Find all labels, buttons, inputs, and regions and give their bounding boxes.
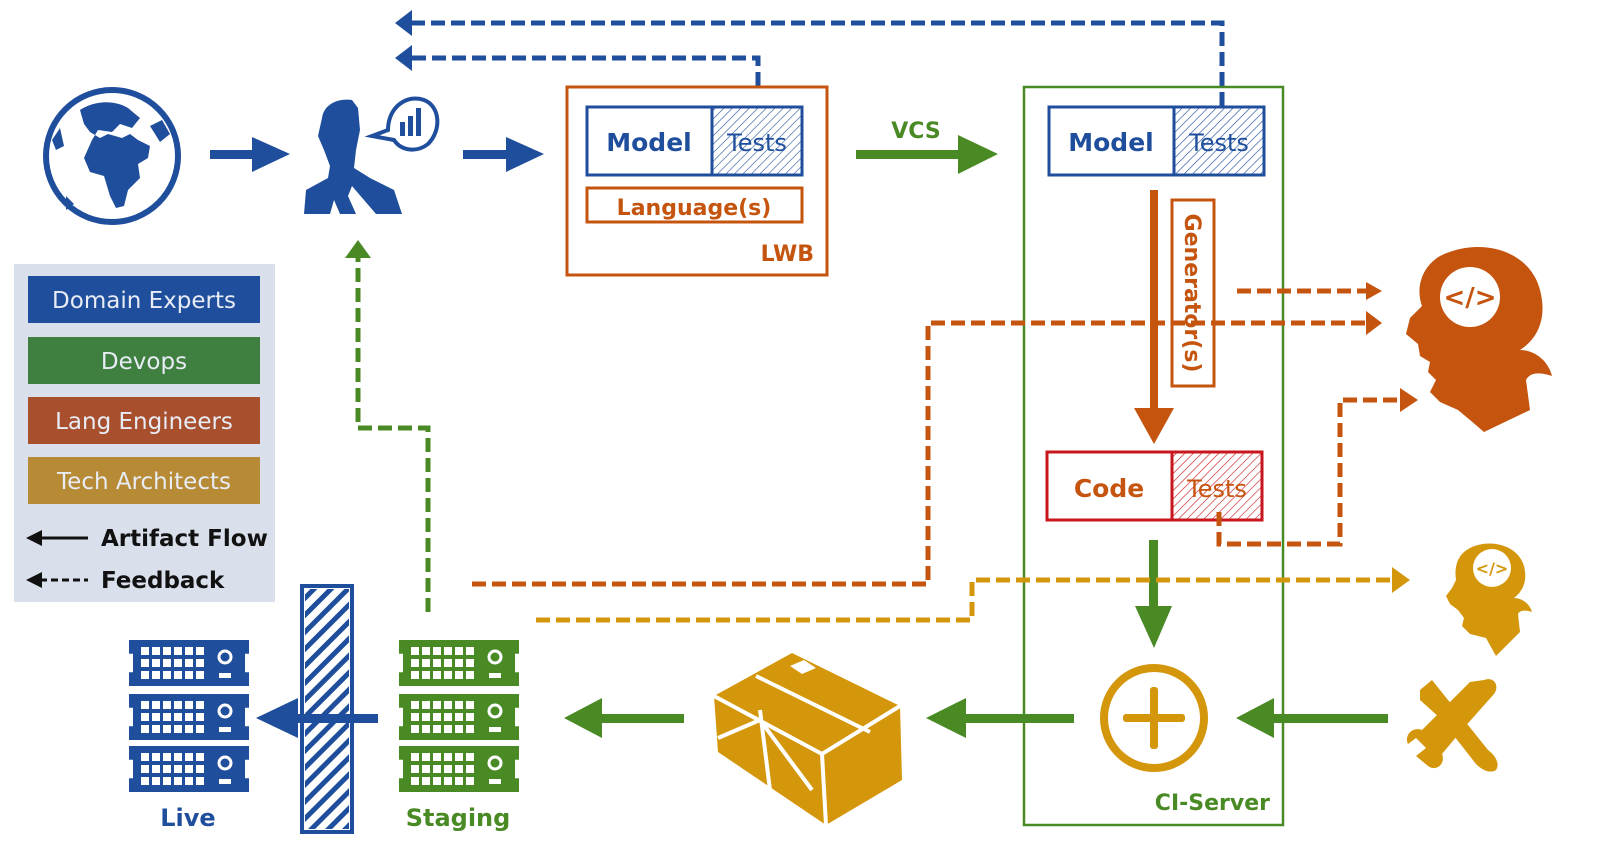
wrench-screwdriver-icon — [1406, 679, 1498, 772]
svg-text:</>: </> — [1443, 283, 1496, 313]
legend-artifact-flow-label: Artifact Flow — [101, 526, 268, 552]
artifact-flow-arrow — [1236, 698, 1388, 738]
server-unit — [399, 640, 519, 686]
code-label: Code — [1074, 474, 1144, 503]
server-rack-icon — [129, 640, 249, 792]
feedback-arrowhead — [1366, 282, 1382, 300]
lwb-languages-label: Language(s) — [617, 196, 772, 221]
lwb-tests-label: Tests — [726, 129, 787, 157]
ci-model-label: Model — [1068, 128, 1153, 157]
server-rack-icon — [399, 640, 519, 792]
server-unit — [399, 694, 519, 740]
legend-role-label: Devops — [101, 349, 187, 375]
hatched-barrier-fill — [305, 589, 349, 829]
artifact-flow-arrow — [463, 137, 544, 172]
lwb-label: LWB — [761, 242, 814, 267]
generators-label: Generator(s) — [1179, 214, 1204, 373]
server-unit — [129, 746, 249, 792]
ci-tests-label: Tests — [1188, 129, 1249, 157]
ci-server-label: CI-Server — [1155, 791, 1270, 816]
woman-head-code-icon: </> — [1406, 246, 1552, 432]
legend-role-label: Tech Architects — [56, 469, 231, 495]
ci-devops-diagram: Model Tests Language(s) LWB VCS Model Te… — [14, 10, 1552, 834]
feedback-arrowhead — [395, 10, 412, 36]
legend-feedback-label: Feedback — [101, 568, 225, 594]
feedback-arrowhead — [345, 240, 371, 258]
artifact-flow-arrow — [210, 137, 290, 172]
globe-icon — [43, 87, 181, 225]
generator-arrow — [1134, 190, 1174, 444]
staging-label: Staging — [406, 804, 511, 832]
lwb-model-label: Model — [606, 128, 691, 157]
artifact-flow-arrow — [564, 698, 684, 738]
svg-text:</>: </> — [1476, 559, 1509, 578]
feedback-arrowhead — [1392, 567, 1410, 593]
businessman-speech-chart-icon — [304, 96, 440, 214]
server-unit — [399, 746, 519, 792]
live-label: Live — [160, 804, 215, 832]
feedback-arrowhead — [395, 45, 412, 71]
server-unit — [129, 640, 249, 686]
vcs-label: VCS — [891, 119, 940, 144]
artifact-flow-arrow-overlay — [298, 714, 378, 723]
legend-role-label: Lang Engineers — [55, 409, 233, 435]
feedback-arrowhead — [1400, 388, 1418, 412]
artifact-flow-arrow — [926, 698, 1074, 738]
server-unit — [129, 694, 249, 740]
legend-role-label: Domain Experts — [52, 288, 236, 314]
circled-plus-icon — [1100, 664, 1208, 772]
feedback-arrowhead — [1366, 311, 1382, 335]
box-icon — [713, 653, 902, 826]
code-tests-label: Tests — [1186, 475, 1247, 503]
artifact-flow-arrow — [1135, 540, 1172, 648]
woman-head-code-icon: </> — [1446, 543, 1532, 656]
feedback-staging-to-domain-expert — [355, 258, 431, 612]
